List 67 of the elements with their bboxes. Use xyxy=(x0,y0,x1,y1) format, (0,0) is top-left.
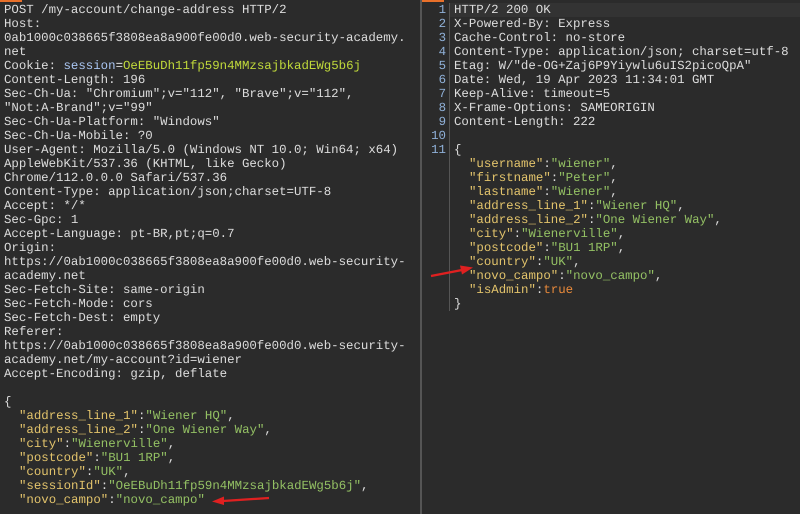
code-line: Host: xyxy=(4,17,42,31)
code-line: Content-Type: application/json;charset=UTF-8 xyxy=(4,185,332,199)
code-line: "username":"wiener", xyxy=(469,157,618,171)
code-line: academy.net/my-account?id=wiener xyxy=(4,353,242,367)
code-line: X-Powered-By: Express xyxy=(454,17,610,31)
code-line: "isAdmin":true xyxy=(469,283,574,297)
code-line: Origin: xyxy=(4,241,56,255)
code-line: Sec-Gpc: 1 xyxy=(4,213,78,227)
code-line: Content-Length: 222 xyxy=(454,115,596,129)
code-line: Sec-Ch-Ua-Mobile: ?0 xyxy=(4,129,153,143)
code-line: "firstname":"Peter", xyxy=(469,171,618,185)
code-line: "city":"Wienerville", xyxy=(19,437,176,451)
line-number: 9 xyxy=(438,115,446,129)
line-number: 5 xyxy=(438,59,446,73)
code-line: 0ab1000c038665f3808ea8a900fe00d0.web-security-academy. xyxy=(4,31,406,45)
code-line: "sessionId":"OeEBuDh11fp59n4MMzsajbkadEWg5b6j", xyxy=(19,479,368,493)
code-line: User-Agent: Mozilla/5.0 (Windows NT 10.0; Win64; x64) xyxy=(4,143,398,157)
line-number: 10 xyxy=(431,129,446,143)
code-line: Sec-Ch-Ua-Platform: "Windows" xyxy=(4,115,220,129)
code-line: Content-Type: application/json; charset=utf-8 xyxy=(454,45,789,59)
code-line: https://0ab1000c038665f3808ea8a900fe00d0.web-security- xyxy=(4,255,406,269)
line-number: 2 xyxy=(438,17,446,31)
code-line: "address_line_2":"One Wiener Way", xyxy=(19,423,272,437)
line-number: 7 xyxy=(438,87,446,101)
line-number: 1 xyxy=(438,3,446,17)
code-line: Etag: W/"de-OG+Zaj6P9Yiywlu6uIS2picoQpA" xyxy=(454,59,752,73)
code-line: Chrome/112.0.0.0 Safari/537.36 xyxy=(4,171,228,185)
line-number: 4 xyxy=(438,45,446,59)
code-line: { xyxy=(4,395,12,409)
code-line: { xyxy=(454,143,462,157)
code-line: academy.net xyxy=(4,269,86,283)
line-number: 8 xyxy=(438,101,446,115)
code-line: "country":"UK", xyxy=(19,465,131,479)
code-line: Sec-Fetch-Dest: empty xyxy=(4,311,160,325)
code-line: Sec-Fetch-Site: same-origin xyxy=(4,283,205,297)
code-line: "address_line_1":"Wiener HQ", xyxy=(19,409,235,423)
code-line: "novo_campo":"novo_campo" xyxy=(19,493,205,507)
code-line: AppleWebKit/537.36 (KHTML, like Gecko) xyxy=(4,157,287,171)
code-line: Keep-Alive: timeout=5 xyxy=(454,87,610,101)
code-line: "address_line_2":"One Wiener Way", xyxy=(469,213,722,227)
code-line: Content-Length: 196 xyxy=(4,73,146,87)
code-line: "postcode":"BU1 1RP", xyxy=(469,241,626,255)
code-line: Cache-Control: no-store xyxy=(454,31,626,45)
code-line: Cookie: session=OeEBuDh11fp59n4MMzsajbkadEWg5b6j xyxy=(4,59,361,73)
code-line: "lastname":"Wiener", xyxy=(469,185,618,199)
code-line: HTTP/2 200 OK xyxy=(454,3,551,17)
code-line: POST /my-account/change-address HTTP/2 xyxy=(4,3,287,17)
code-line: } xyxy=(454,297,462,311)
code-line: Accept-Language: pt-BR,pt;q=0.7 xyxy=(4,227,235,241)
code-line: "city":"Wienerville", xyxy=(469,227,626,241)
code-line: Accept-Encoding: gzip, deflate xyxy=(4,367,228,381)
code-line: Sec-Fetch-Mode: cors xyxy=(4,297,153,311)
code-line: Sec-Ch-Ua: "Chromium";v="112", "Brave";v="112", xyxy=(4,87,354,101)
code-line: net xyxy=(4,45,26,59)
code-line: Referer: xyxy=(4,325,64,339)
code-line: Accept: */* xyxy=(4,199,86,213)
code-line: "Not:A-Brand";v="99" xyxy=(4,101,153,115)
code-line: Date: Wed, 19 Apr 2023 11:34:01 GMT xyxy=(454,73,714,87)
code-line: X-Frame-Options: SAMEORIGIN xyxy=(454,101,655,115)
code-line: https://0ab1000c038665f3808ea8a900fe00d0.web-security- xyxy=(4,339,406,353)
code-line: "country":"UK", xyxy=(469,255,581,269)
line-number: 11 xyxy=(431,143,446,157)
code-line: "postcode":"BU1 1RP", xyxy=(19,451,176,465)
line-number: 6 xyxy=(438,73,446,87)
code-line: "address_line_1":"Wiener HQ", xyxy=(469,199,685,213)
code-line: "novo_campo":"novo_campo", xyxy=(469,269,662,283)
line-number: 3 xyxy=(438,31,446,45)
